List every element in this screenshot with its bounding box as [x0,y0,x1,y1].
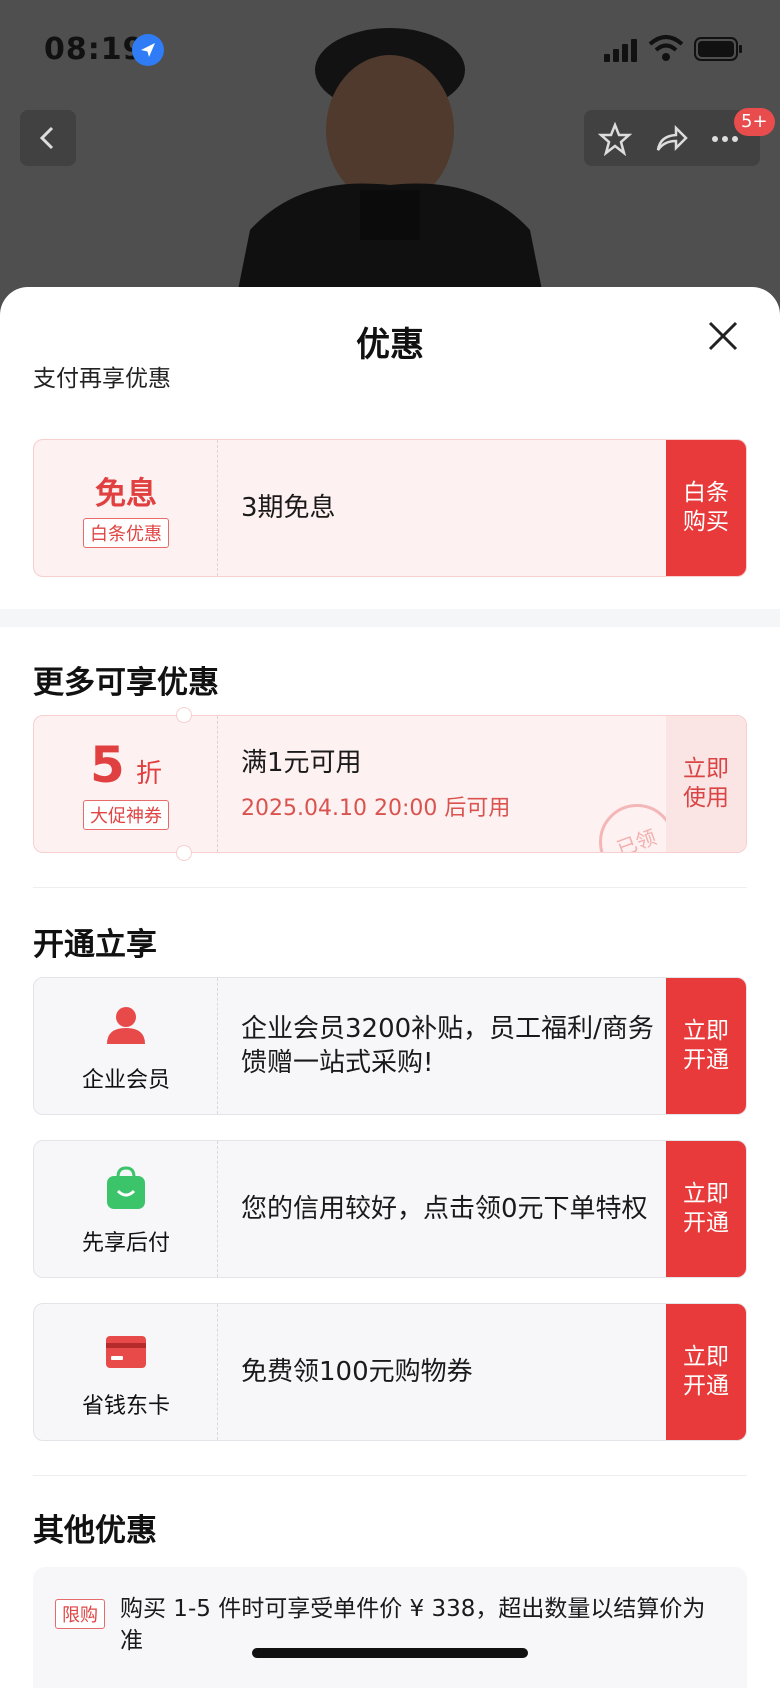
stamp-text: 已领 [613,824,660,853]
coupon-condition: 满1元可用 [241,748,362,778]
card-text: 免费领100元购物券 [241,1357,473,1387]
status-bar: 08:19 [0,0,780,100]
card-text: 3期免息 [241,493,336,523]
button-label: 立即 开通 [683,1181,729,1236]
star-icon[interactable] [598,122,632,156]
coupon-tag: 大促神券 [83,800,169,830]
limit-tag: 限购 [55,1599,105,1629]
pay-later-card[interactable]: 先享后付 您的信用较好，点击领0元下单特权 立即 开通 [33,1140,747,1278]
wifi-icon [648,35,684,61]
share-icon[interactable] [654,122,688,156]
interest-free-title: 免息 [95,476,157,512]
shopping-bag-icon [107,1166,145,1209]
card-notch-top [176,707,192,723]
purchase-limit-box: 限购 购买 1-5 件时可享受单件价 ¥ 338，超出数量以结算价为准 [33,1567,747,1688]
card-text: 企业会员3200补贴，员工福利/商务馈赠一站式采购! [241,1014,654,1078]
coupon-valid-time: 2025.04.10 20:00 后可用 [241,796,511,821]
back-button[interactable] [20,110,76,166]
card-left: 先享后付 [34,1141,218,1277]
enterprise-member-card[interactable]: 企业会员 企业会员3200补贴，员工福利/商务馈赠一站式采购! 立即 开通 [33,977,747,1115]
card-content: 3期免息 [241,440,664,576]
card-label: 省钱东卡 [81,1394,170,1419]
baitiao-card[interactable]: 免息 白条优惠 3期免息 白条 购买 [33,439,747,577]
card-content: 您的信用较好，点击领0元下单特权 [241,1141,664,1277]
card-notch-bottom [176,845,192,861]
divider [33,1475,747,1476]
status-time: 08:19 [44,32,145,67]
open-section-title: 开通立享 [33,927,157,963]
card-icon [106,1336,146,1368]
baitiao-buy-button[interactable]: 白条 购买 [666,440,746,576]
discount-unit: 折 [135,759,162,789]
savings-card-card[interactable]: 省钱东卡 免费领100元购物券 立即 开通 [33,1303,747,1441]
pay-section-label: 支付再享优惠 [33,366,171,392]
other-section-title: 其他优惠 [33,1513,157,1549]
message-count-badge: 5+ [734,108,775,136]
divider [33,887,747,888]
card-left: 省钱东卡 [34,1304,218,1440]
chevron-left-icon [39,126,54,150]
more-section-title: 更多可享优惠 [33,665,219,701]
baitiao-tag: 白条优惠 [83,518,169,548]
location-arrow-icon [132,34,164,66]
home-indicator [252,1648,528,1658]
card-label: 先享后付 [81,1231,170,1256]
section-separator [0,609,780,627]
coupon-card[interactable]: 5 折 大促神券 满1元可用 2025.04.10 20:00 后可用 已领 立… [33,715,747,853]
card-left: 5 折 大促神券 [34,716,218,852]
button-label: 立即 使用 [683,756,729,811]
open-now-button[interactable]: 立即 开通 [666,1304,746,1440]
card-content: 企业会员3200补贴，员工福利/商务馈赠一站式采购! [241,978,664,1114]
use-now-button[interactable]: 立即 使用 [666,716,746,852]
discount-number: 5 [90,736,125,794]
open-now-button[interactable]: 立即 开通 [666,1141,746,1277]
discount-sheet: 优惠 支付再享优惠 免息 白条优惠 3期免息 白条 购买 更多可享优惠 5 折 … [0,287,780,1688]
card-content: 免费领100元购物券 [241,1304,664,1440]
card-left: 企业会员 [34,978,218,1114]
button-label: 立即 开通 [683,1344,729,1399]
button-label: 白条 购买 [683,480,729,535]
signal-icon [604,39,637,62]
battery-icon [694,37,742,61]
button-label: 立即 开通 [683,1018,729,1073]
close-icon[interactable] [706,319,740,353]
open-now-button[interactable]: 立即 开通 [666,978,746,1114]
user-icon [107,1007,145,1044]
card-label: 企业会员 [81,1068,170,1093]
card-left: 免息 白条优惠 [34,440,218,576]
card-text: 您的信用较好，点击领0元下单特权 [241,1194,648,1224]
